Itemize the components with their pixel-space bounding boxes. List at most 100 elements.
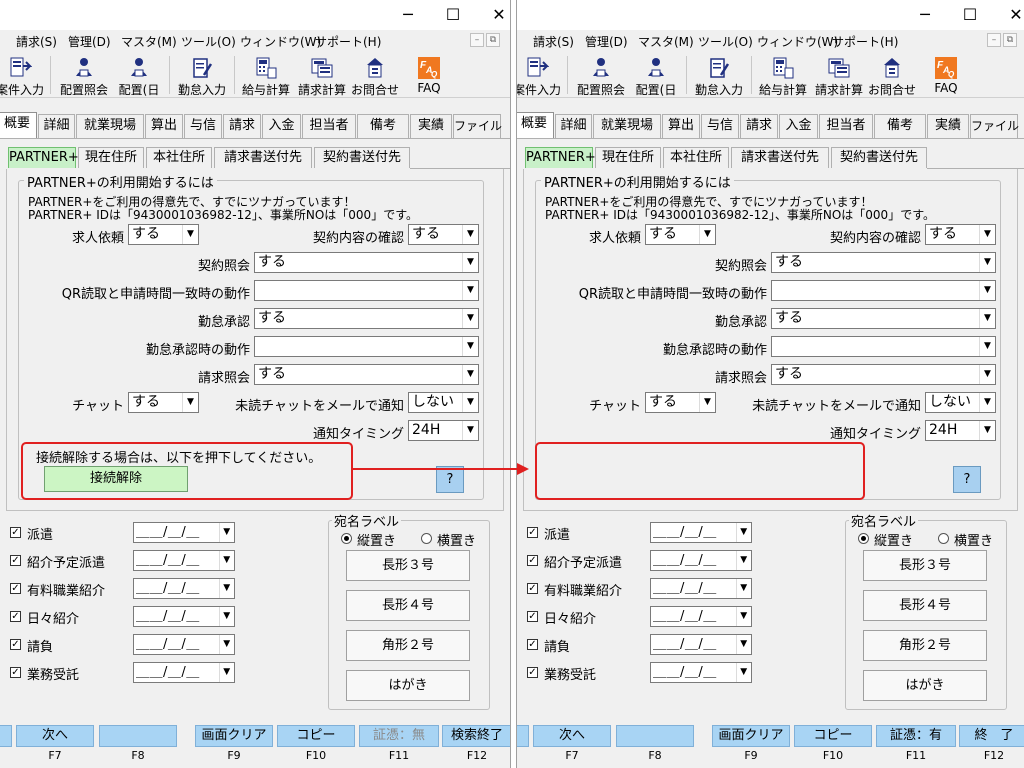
tab-contact-person[interactable]: 担当者 (302, 114, 356, 138)
toolbar-billing-calc[interactable]: 請求計算 (811, 52, 867, 98)
envelope-naga3-button[interactable]: 長形３号 (346, 550, 470, 581)
maximize-button[interactable]: ☐ (955, 4, 985, 26)
toolbar-daily-assignment[interactable]: 配置(日 (114, 52, 164, 98)
contract-check-select[interactable]: する ▼ (925, 224, 996, 245)
function-key-button[interactable]: コピー (277, 725, 355, 747)
toolbar-assignment-inquiry[interactable]: 配置照会 (56, 52, 112, 98)
toolbar-billing-calc[interactable]: 請求計算 (294, 52, 350, 98)
menu-master[interactable]: マスタ(M) (121, 33, 177, 50)
disconnect-button[interactable]: 接続解除 (44, 466, 188, 492)
approval-action-select[interactable]: ▼ (254, 336, 479, 357)
toolbar-case-entry[interactable]: 案件入力 (517, 52, 563, 98)
tab-credit[interactable]: 与信 (701, 114, 739, 138)
checkbox[interactable]: ✓ (10, 639, 21, 650)
help-button[interactable]: ? (436, 466, 464, 493)
attendance-approval-select[interactable]: する ▼ (771, 308, 996, 329)
date-input[interactable]: ＿＿/＿/＿ ▼ (650, 662, 752, 683)
tab-notes[interactable]: 備考 (874, 114, 926, 138)
attendance-approval-select[interactable]: する ▼ (254, 308, 479, 329)
menu-manage[interactable]: 管理(D) (585, 33, 628, 50)
billing-inquiry-select[interactable]: する ▼ (771, 364, 996, 385)
menu-master[interactable]: マスタ(M) (638, 33, 694, 50)
function-key-button[interactable]: 画面クリア (712, 725, 790, 747)
minimize-button[interactable]: ─ (393, 4, 423, 26)
tab-payment[interactable]: 入金 (779, 114, 818, 138)
date-input[interactable]: ＿＿/＿/＿ ▼ (133, 550, 235, 571)
function-key-button[interactable] (616, 725, 694, 747)
date-input[interactable]: ＿＿/＿/＿ ▼ (650, 550, 752, 571)
tab-files[interactable]: ファイル (970, 114, 1019, 138)
subtab-current-address[interactable]: 現在住所 (595, 147, 661, 168)
toolbar-attendance-entry[interactable]: 勤怠入力 (691, 52, 747, 98)
radio-vertical[interactable] (341, 533, 352, 544)
maximize-button[interactable]: ☐ (438, 4, 468, 26)
close-button[interactable]: ✕ (1001, 4, 1024, 26)
qr-action-select[interactable]: ▼ (254, 280, 479, 301)
radio-horizontal[interactable] (421, 533, 432, 544)
toolbar-inquiry[interactable]: お問合せ (350, 52, 400, 98)
toolbar-daily-assignment[interactable]: 配置(日 (631, 52, 681, 98)
help-button[interactable]: ? (953, 466, 981, 493)
date-input[interactable]: ＿＿/＿/＿ ▼ (650, 606, 752, 627)
tab-files[interactable]: ファイル (453, 114, 502, 138)
subtab-contract-destination[interactable]: 契約書送付先 (314, 147, 410, 168)
tab-billing[interactable]: 請求 (740, 114, 778, 138)
menu-window[interactable]: ウィンドウ(W) (757, 33, 838, 50)
mdi-restore-button[interactable]: ⧉ (486, 33, 500, 47)
envelope-kaku2-button[interactable]: 角形２号 (346, 630, 470, 661)
tab-worksite[interactable]: 就業現場 (593, 114, 661, 138)
function-key-button[interactable]: 検索終了 (442, 725, 510, 747)
mdi-restore-button[interactable]: ⧉ (1003, 33, 1017, 47)
subtab-current-address[interactable]: 現在住所 (78, 147, 144, 168)
tab-results[interactable]: 実績 (927, 114, 969, 138)
function-key-button[interactable]: 画面クリア (195, 725, 273, 747)
billing-inquiry-select[interactable]: する ▼ (254, 364, 479, 385)
menu-billing[interactable]: 請求(S) (533, 33, 574, 50)
postcard-button[interactable]: はがき (346, 670, 470, 701)
qr-action-select[interactable]: ▼ (771, 280, 996, 301)
postcard-button[interactable]: はがき (863, 670, 987, 701)
checkbox[interactable]: ✓ (10, 667, 21, 678)
checkbox[interactable]: ✓ (527, 555, 538, 566)
toolbar-payroll[interactable]: 給与計算 (755, 52, 811, 98)
envelope-naga4-button[interactable]: 長形４号 (346, 590, 470, 621)
checkbox[interactable]: ✓ (527, 639, 538, 650)
contract-check-select[interactable]: する ▼ (408, 224, 479, 245)
function-key-button[interactable]: 次へ (533, 725, 611, 747)
mdi-minimize-button[interactable]: – (987, 33, 1001, 47)
function-key-button[interactable] (99, 725, 177, 747)
radio-vertical[interactable] (858, 533, 869, 544)
subtab-head-office-address[interactable]: 本社住所 (146, 147, 212, 168)
tab-contact-person[interactable]: 担当者 (819, 114, 873, 138)
close-button[interactable]: ✕ (484, 4, 510, 26)
subtab-invoice-destination[interactable]: 請求書送付先 (214, 147, 312, 168)
date-input[interactable]: ＿＿/＿/＿ ▼ (133, 522, 235, 543)
checkbox[interactable]: ✓ (527, 583, 538, 594)
date-input[interactable]: ＿＿/＿/＿ ▼ (650, 522, 752, 543)
date-input[interactable]: ＿＿/＿/＿ ▼ (133, 662, 235, 683)
checkbox[interactable]: ✓ (10, 583, 21, 594)
toolbar-attendance-entry[interactable]: 勤怠入力 (174, 52, 230, 98)
job-request-select[interactable]: する ▼ (645, 224, 716, 245)
function-key-button[interactable]: 証憑：有 (876, 725, 956, 747)
menu-billing[interactable]: 請求(S) (16, 33, 57, 50)
toolbar-inquiry[interactable]: お問合せ (867, 52, 917, 98)
unread-mail-select[interactable]: しない ▼ (925, 392, 996, 413)
toolbar-assignment-inquiry[interactable]: 配置照会 (573, 52, 629, 98)
function-key-button[interactable]: コピー (794, 725, 872, 747)
checkbox[interactable]: ✓ (527, 527, 538, 538)
function-key-button[interactable]: 証憑：無 (359, 725, 439, 747)
radio-horizontal[interactable] (938, 533, 949, 544)
menu-window[interactable]: ウィンドウ(W) (240, 33, 321, 50)
subtab-partner[interactable]: PARTNER+ (8, 147, 79, 168)
function-key-button[interactable] (0, 725, 12, 747)
toolbar-payroll[interactable]: 給与計算 (238, 52, 294, 98)
menu-tools[interactable]: ツール(O) (698, 33, 753, 50)
tab-calculation[interactable]: 算出 (145, 114, 183, 138)
envelope-naga4-button[interactable]: 長形４号 (863, 590, 987, 621)
function-key-button[interactable]: 次へ (16, 725, 94, 747)
toolbar-case-entry[interactable]: 案件入力 (0, 52, 46, 98)
mdi-minimize-button[interactable]: – (470, 33, 484, 47)
tab-overview[interactable]: 概要 (517, 112, 554, 138)
tab-credit[interactable]: 与信 (184, 114, 222, 138)
